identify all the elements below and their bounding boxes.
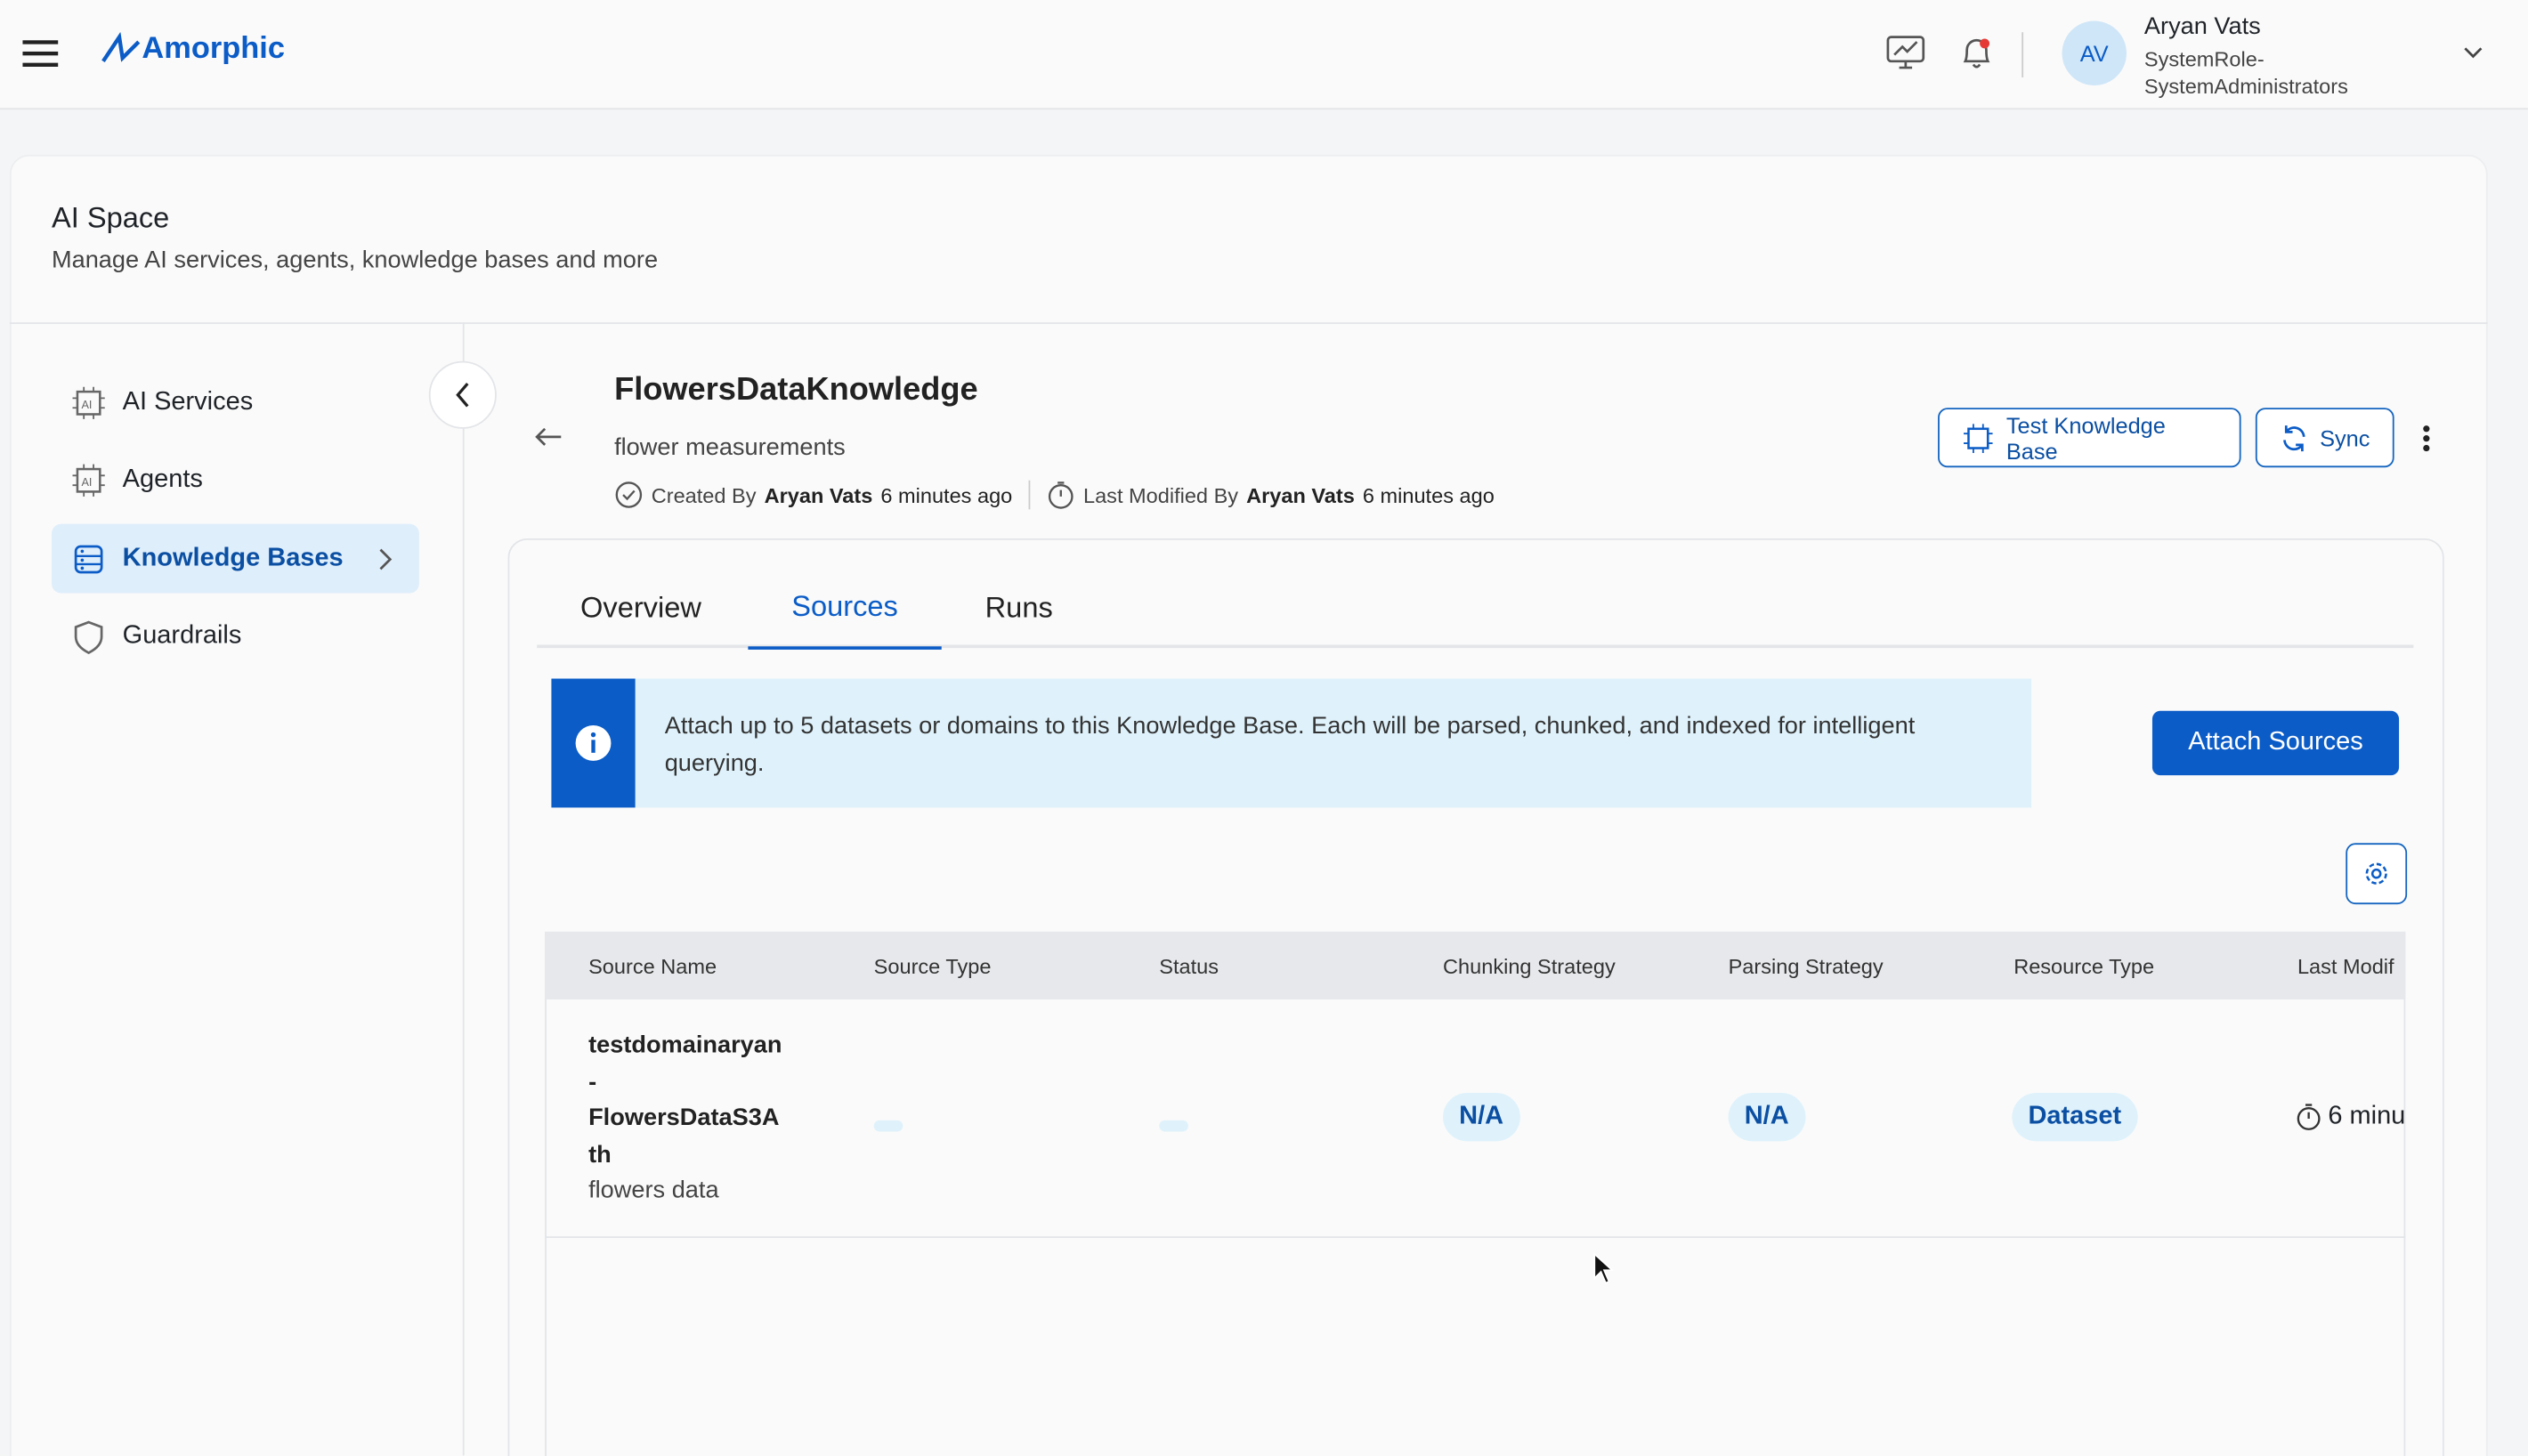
column-header[interactable]: Source Type [874,954,992,978]
sync-icon [2280,423,2307,452]
user-name: Aryan Vats [2144,12,2261,40]
column-header[interactable]: Status [1159,954,1219,978]
dashboard-monitor-icon[interactable] [1886,36,1924,71]
chip-icon [1962,422,1993,454]
column-header[interactable]: Resource Type [2013,954,2154,978]
sidebar-item-ai-services[interactable]: AI AI Services [52,368,419,437]
column-header[interactable]: Source Name [588,954,717,978]
hamburger-menu-icon[interactable] [22,38,61,68]
source-name-line: - [588,1064,782,1101]
chip-icon: AI [71,462,107,497]
tab-overview[interactable]: Overview [580,592,701,626]
attach-sources-button[interactable]: Attach Sources [2152,711,2399,775]
svg-text:AI: AI [81,398,92,410]
test-knowledge-base-button[interactable]: Test Knowledge Base [1938,408,2241,467]
modified-by: Aryan Vats [1246,482,1355,506]
sidebar-item-label: Guardrails [123,621,242,651]
modified-label: Last Modified By [1083,482,1238,506]
user-role: SystemRole- [2144,47,2265,71]
clock-icon [614,481,644,510]
source-type-placeholder [874,1120,903,1132]
row-divider [545,1236,2405,1238]
button-label: Test Knowledge Base [2006,412,2217,464]
status-placeholder [1159,1120,1188,1132]
kb-title: FlowersDataKnowledge [614,372,978,409]
divider [1028,481,1030,510]
sidebar-item-agents[interactable]: AI Agents [52,445,419,514]
divider [2022,32,2023,77]
chunking-strategy-badge: N/A [1443,1093,1519,1141]
table-settings-button[interactable] [2346,843,2407,904]
column-header[interactable]: Parsing Strategy [1729,954,1884,978]
chevron-down-icon[interactable] [2462,45,2484,61]
timer-icon [2296,1103,2321,1132]
last-modified-text: 6 minu [2328,1103,2405,1132]
divider [10,322,2488,324]
timer-icon [1046,481,1075,510]
amorphic-logo[interactable]: Amorphic [100,32,285,68]
collapse-sidebar-button[interactable] [429,361,497,429]
sync-button[interactable]: Sync [2256,408,2394,467]
back-arrow-icon[interactable] [532,425,564,448]
column-header[interactable]: Chunking Strategy [1443,954,1616,978]
sidebar-item-knowledge-bases[interactable]: Knowledge Bases [52,524,419,594]
sidebar-item-label: AI Services [123,388,254,417]
tab-sources[interactable]: Sources [748,590,941,650]
user-role-2: SystemAdministrators [2144,74,2348,98]
sidebar-item-label: Knowledge Bases [123,544,344,573]
chip-icon: AI [71,384,107,420]
created-by: Aryan Vats [765,482,873,506]
sidebar-item-label: Agents [123,465,203,495]
top-bar: Amorphic AV Aryan Vats SystemRole- Syste… [0,0,2528,109]
sidebar-item-guardrails[interactable]: Guardrails [52,602,419,671]
source-name-line: FlowersDataS3A [588,1101,782,1137]
info-text: Attach up to 5 datasets or domains to th… [636,679,2031,808]
svg-text:AI: AI [81,475,92,488]
more-options-icon[interactable] [2421,424,2431,453]
source-name-line: th [588,1137,782,1174]
logo-text: Amorphic [142,32,285,68]
source-description: flowers data [588,1174,782,1210]
mouse-cursor-icon [1592,1252,1615,1284]
button-label: Sync [2320,425,2370,450]
tab-runs[interactable]: Runs [985,592,1053,626]
kb-description: flower measurements [614,433,846,461]
kb-meta: Created By Aryan Vats 6 minutes ago Last… [614,481,1495,510]
created-label: Created By [652,482,757,506]
resource-type-badge: Dataset [2012,1093,2137,1141]
notification-bell-icon[interactable] [1959,36,1995,71]
source-name[interactable]: testdomainaryan - FlowersDataS3A th flow… [588,1029,782,1210]
parsing-strategy-badge: N/A [1729,1093,1805,1141]
sidebar-divider [463,322,465,1455]
created-when: 6 minutes ago [880,482,1012,506]
gear-icon [2362,859,2391,888]
shield-icon [71,619,107,654]
column-header[interactable]: Last Modif [2297,954,2404,978]
avatar[interactable]: AV [2062,21,2127,85]
page-title: AI Space [52,201,169,235]
info-icon [551,679,636,808]
chevron-left-icon [453,380,473,409]
chevron-right-icon [377,546,393,571]
database-icon [71,541,107,577]
info-banner: Attach up to 5 datasets or domains to th… [551,679,2031,808]
source-name-line: testdomainaryan [588,1029,782,1065]
page-subtitle: Manage AI services, agents, knowledge ba… [52,247,658,274]
sources-table [545,932,2405,1456]
modified-when: 6 minutes ago [1363,482,1495,506]
last-modified: 6 minu [2296,1103,2405,1132]
